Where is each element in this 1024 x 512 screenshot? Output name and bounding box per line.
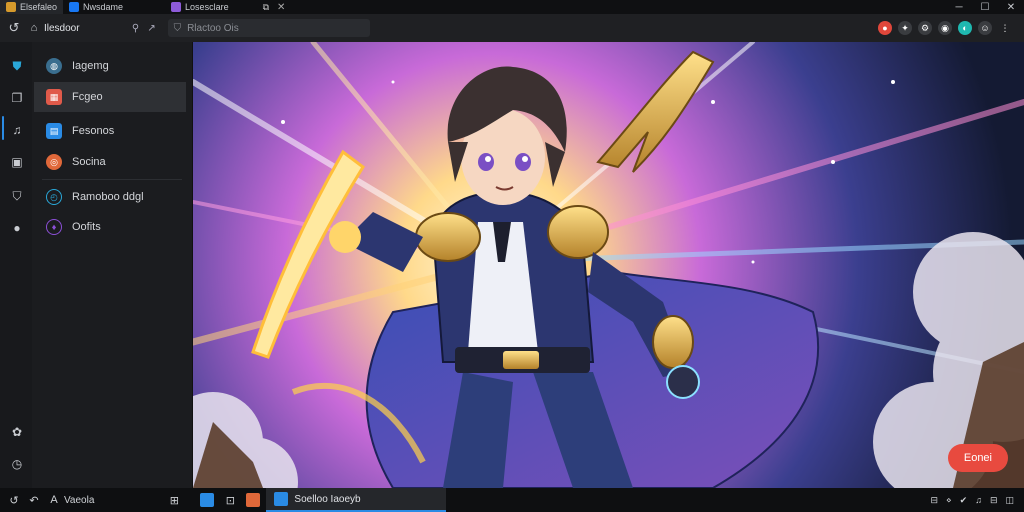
address-text: Rlactoo Ois bbox=[187, 22, 239, 34]
active-indicator bbox=[2, 116, 4, 140]
sidebar-item-label: Ramoboo ddgl bbox=[72, 191, 144, 203]
sidebar-item-label: Oofits bbox=[72, 221, 101, 233]
globe-icon: ◍ bbox=[46, 58, 62, 74]
chevron-icon[interactable]: ⋄ bbox=[946, 495, 952, 506]
window-app-icon bbox=[274, 492, 289, 506]
shield-icon[interactable]: ⛊ bbox=[9, 58, 25, 74]
shield-outline-icon[interactable]: ⛉ bbox=[9, 188, 25, 204]
camera-icon[interactable]: ◉ bbox=[938, 21, 952, 35]
purple-app-icon bbox=[171, 2, 182, 12]
bookmark-icon[interactable]: ❐ bbox=[9, 90, 25, 106]
image-icon: ▦ bbox=[46, 89, 62, 105]
minimize-icon[interactable]: ─ bbox=[946, 2, 972, 13]
purple-pin-icon: ♦ bbox=[46, 219, 62, 235]
taskbar-label: Vaeola bbox=[64, 494, 95, 506]
menu-icon[interactable]: ⋮ bbox=[998, 21, 1012, 35]
sidebar-item-5[interactable]: ◴ Ramoboo ddgl bbox=[34, 182, 184, 212]
font-icon[interactable]: A bbox=[44, 494, 64, 506]
teal-profile-icon[interactable]: ◐ bbox=[958, 21, 972, 35]
nav-bar: ↺ ⌂ Ilesdoor ⚲ ↗ ⛉ Rlactoo Ois ● ✦ ⚙ ◉ ◐… bbox=[0, 14, 1024, 42]
system-tray: ⊟ ⋄ ✔ ♫ ⊟ ◫ bbox=[930, 495, 1024, 506]
sound-icon[interactable]: ♫ bbox=[975, 495, 982, 506]
address-bar[interactable]: ⛉ Rlactoo Ois bbox=[167, 19, 370, 37]
sidebar-item-label: Iagemg bbox=[72, 60, 109, 72]
ai-icon[interactable]: ⊟ bbox=[930, 495, 938, 506]
tab-2-label: Nwsdame bbox=[83, 2, 124, 12]
red-extension-icon[interactable]: ● bbox=[878, 21, 892, 35]
taskbar-window-title: Soelloo Iaoeyb bbox=[294, 493, 361, 505]
divider bbox=[42, 179, 182, 180]
gallery-icon: ▤ bbox=[46, 123, 62, 139]
windows-start-icon[interactable] bbox=[200, 493, 215, 507]
app-logo-icon bbox=[6, 2, 16, 12]
close-tab-icon[interactable]: ✕ bbox=[273, 2, 289, 13]
sidebar-item-label: Socina bbox=[72, 156, 106, 168]
tab-3[interactable]: Losesclare ⧉ ✕ bbox=[165, 0, 295, 14]
facebook-icon bbox=[69, 2, 80, 12]
hero-illustration bbox=[193, 42, 1024, 488]
app-title: Ilesdoor bbox=[44, 22, 80, 34]
close-window-icon[interactable]: ✕ bbox=[998, 2, 1024, 13]
taskbar-window[interactable]: Soelloo Iaoeyb bbox=[266, 488, 447, 512]
sidebar-menu: ◍ Iagemg ▦ Fcgeo ▤ Fesonos ◎ Socina ◴ Ra… bbox=[32, 42, 193, 488]
photos-app-icon[interactable] bbox=[246, 493, 261, 507]
orange-circle-icon: ◎ bbox=[46, 154, 62, 170]
action-button[interactable]: Eonei bbox=[947, 444, 1008, 472]
tab-switch-icon[interactable]: ⧉ bbox=[263, 2, 269, 13]
back-icon[interactable]: ↺ bbox=[4, 20, 24, 36]
sidebar-item-4[interactable]: ◎ Socina bbox=[34, 147, 184, 177]
main-artwork: Eonei bbox=[193, 42, 1024, 488]
window-controls: ─ ☐ ✕ bbox=[946, 2, 1024, 13]
share-icon[interactable]: ↗ bbox=[144, 23, 160, 34]
sidebar-item-2[interactable]: ▦ Fcgeo bbox=[34, 82, 186, 112]
icon-rail: ⛊ ❐ ♫ ▣ ⛉ ● ✿ ◷ bbox=[0, 42, 32, 488]
search-icon[interactable]: ⚲ bbox=[128, 23, 144, 34]
app-logo-icon: ⌂ bbox=[30, 22, 38, 34]
sidebar-item-3[interactable]: ▤ Fesonos bbox=[34, 116, 184, 146]
sidebar-item-label: Fcgeo bbox=[72, 91, 103, 103]
sidebar-item-1[interactable]: ◍ Iagemg bbox=[34, 51, 184, 81]
undo-icon[interactable]: ↶ bbox=[24, 494, 44, 507]
network-icon[interactable]: ⊟ bbox=[990, 495, 998, 506]
checkmark-icon[interactable]: ✔ bbox=[960, 495, 968, 506]
tab-3-label: Losesclare bbox=[185, 2, 229, 12]
extension-icon[interactable]: ✿ bbox=[9, 424, 25, 440]
screenshot-icon[interactable]: ⊡ bbox=[220, 494, 240, 507]
clock-icon: ◴ bbox=[46, 189, 62, 205]
title-bar: Elsefaleo Nwsdame Losesclare ⧉ ✕ ─ ☐ ✕ bbox=[0, 0, 1024, 14]
toolbar-icons: ● ✦ ⚙ ◉ ◐ ☺ ⋮ bbox=[878, 21, 1024, 35]
tab-2[interactable]: Nwsdame bbox=[63, 0, 129, 14]
music-icon[interactable]: ♫ bbox=[9, 122, 25, 138]
maximize-icon[interactable]: ☐ bbox=[972, 2, 998, 13]
sidebar-item-label: Fesonos bbox=[72, 125, 115, 137]
refresh-icon[interactable]: ↺ bbox=[4, 494, 24, 507]
chat-icon[interactable]: ● bbox=[9, 220, 25, 236]
tab-1-label: Elsefaleo bbox=[20, 2, 58, 12]
tab-1[interactable]: Elsefaleo bbox=[0, 0, 64, 14]
user-icon[interactable]: ☺ bbox=[978, 21, 992, 35]
taskbar: ↺ ↶ A Vaeola ⊞ ⊡ Soelloo Iaoeyb ⊟ ⋄ ✔ ♫ … bbox=[0, 488, 1024, 512]
grid-icon[interactable]: ⊞ bbox=[164, 494, 184, 507]
shield-icon: ⛉ bbox=[173, 22, 182, 34]
image-icon[interactable]: ▣ bbox=[9, 154, 25, 170]
gear-icon[interactable]: ⚙ bbox=[918, 21, 932, 35]
history-icon[interactable]: ◷ bbox=[9, 456, 25, 472]
notification-icon[interactable]: ◫ bbox=[1005, 495, 1014, 506]
sidebar-item-6[interactable]: ♦ Oofits bbox=[34, 212, 184, 242]
puzzle-icon[interactable]: ✦ bbox=[898, 21, 912, 35]
